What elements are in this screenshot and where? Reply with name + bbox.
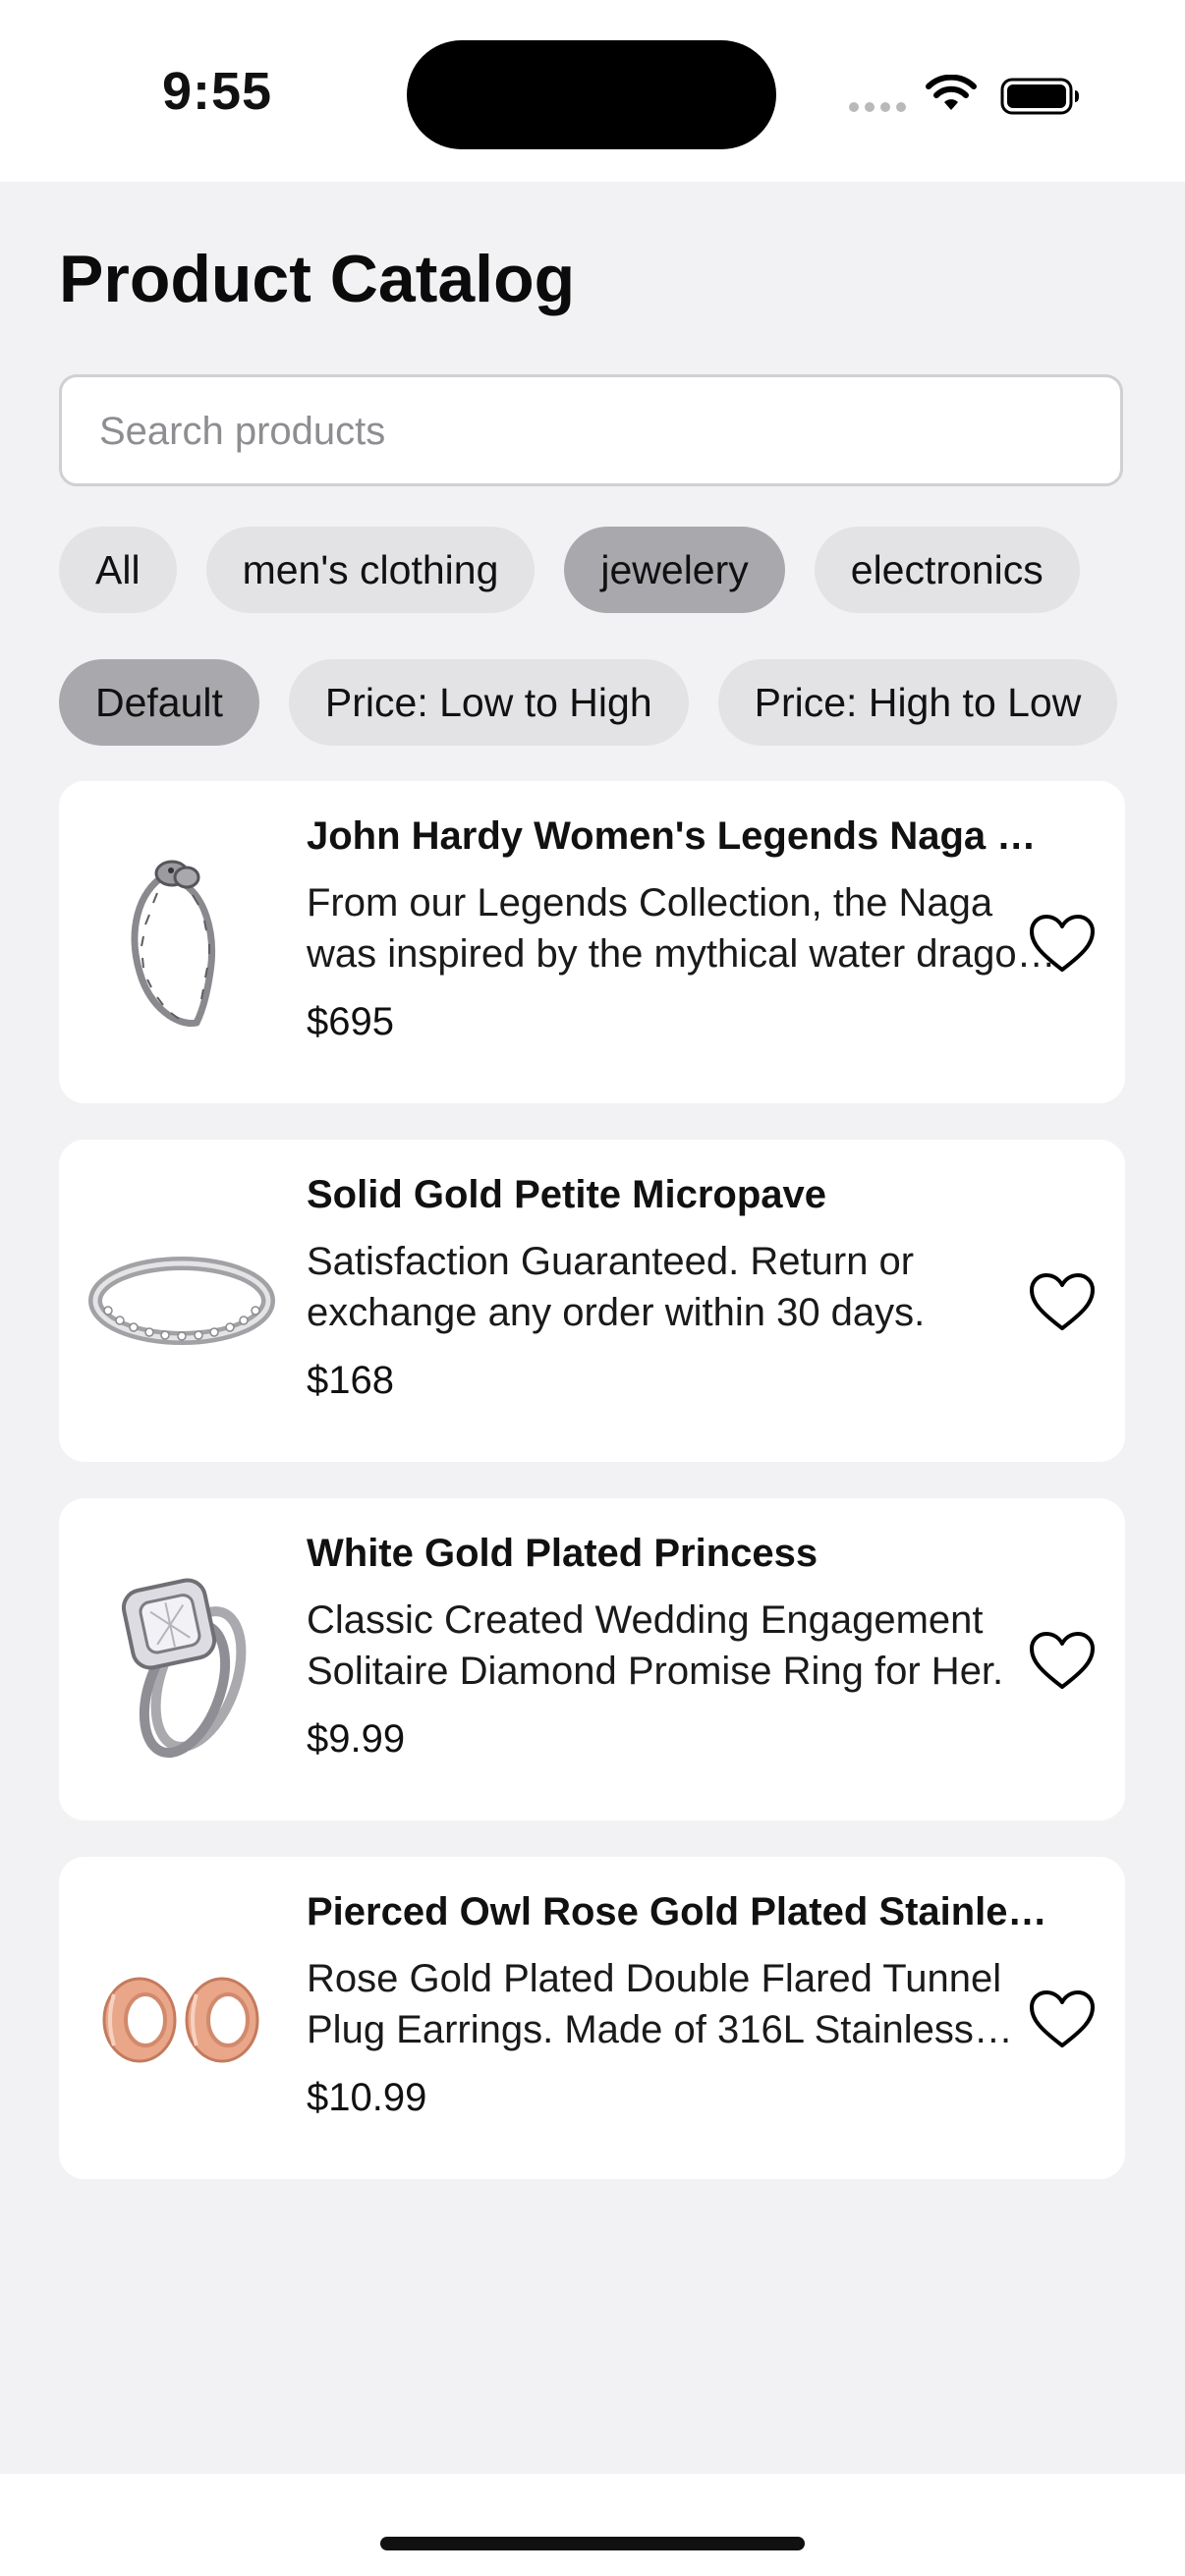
product-card[interactable]: White Gold Plated Princess Classic Creat… (59, 1498, 1125, 1820)
heart-icon[interactable] (1028, 1988, 1097, 2051)
wifi-icon (926, 75, 977, 110)
battery-icon (1000, 78, 1079, 115)
category-chip-mens-clothing[interactable]: men's clothing (205, 527, 536, 613)
product-price: $10.99 (307, 2076, 427, 2119)
home-indicator-area (0, 2474, 1185, 2576)
product-title: Solid Gold Petite Micropave (307, 1173, 826, 1216)
engagement-ring-icon (121, 1578, 247, 1759)
status-bar: 9:55 (0, 0, 1185, 182)
category-chip-jewelery[interactable]: jewelery (564, 527, 785, 613)
product-price: $168 (307, 1359, 394, 1402)
page-title: Product Catalog (59, 242, 576, 316)
product-description: Satisfaction Guaranteed. Return or excha… (307, 1240, 926, 1334)
product-description: From our Legends Collection, the Naga wa… (307, 881, 1039, 976)
dynamic-island (407, 40, 776, 149)
heart-icon[interactable] (1028, 1271, 1097, 1334)
product-card[interactable]: John Hardy Women's Legends Naga Gold & S… (59, 781, 1125, 1103)
catalog-screen: Product Catalog All men's clothing jewel… (0, 182, 1185, 2474)
sort-option-row[interactable]: Default Price: Low to High Price: High t… (59, 659, 1125, 748)
product-price: $9.99 (307, 1717, 406, 1761)
category-filter-row[interactable]: All men's clothing jewelery electronics (59, 527, 1125, 615)
bracelet-icon (131, 860, 216, 1027)
product-price: $695 (307, 1000, 394, 1043)
ring-icon (88, 1257, 275, 1345)
search-input[interactable] (97, 377, 1084, 485)
product-title: Pierced Owl Rose Gold Plated Stainless S… (307, 1890, 1053, 1933)
search-field[interactable] (59, 374, 1123, 486)
product-card[interactable]: Pierced Owl Rose Gold Plated Stainless S… (59, 1857, 1125, 2179)
product-description: Classic Created Wedding Engagement Solit… (307, 1598, 1004, 1693)
product-title: White Gold Plated Princess (307, 1532, 818, 1575)
heart-icon[interactable] (1028, 1630, 1097, 1693)
sort-chip-default[interactable]: Default (59, 659, 259, 746)
home-indicator[interactable] (380, 2537, 805, 2550)
heart-icon[interactable] (1028, 913, 1097, 976)
category-chip-all[interactable]: All (59, 527, 177, 613)
sort-chip-price-high-to-low[interactable]: Price: High to Low (717, 659, 1118, 746)
status-time: 9:55 (162, 62, 273, 121)
product-card[interactable]: Solid Gold Petite Micropave Satisfaction… (59, 1140, 1125, 1462)
product-description: Rose Gold Plated Double Flared Tunnel Pl… (307, 1957, 1002, 2051)
cellular-signal-icon (849, 102, 906, 112)
category-chip-electronics[interactable]: electronics (814, 527, 1080, 613)
plug-earrings-icon (102, 1977, 259, 2063)
product-title: John Hardy Women's Legends Naga Gold & S… (307, 814, 1053, 858)
sort-chip-price-low-to-high[interactable]: Price: Low to High (288, 659, 689, 746)
